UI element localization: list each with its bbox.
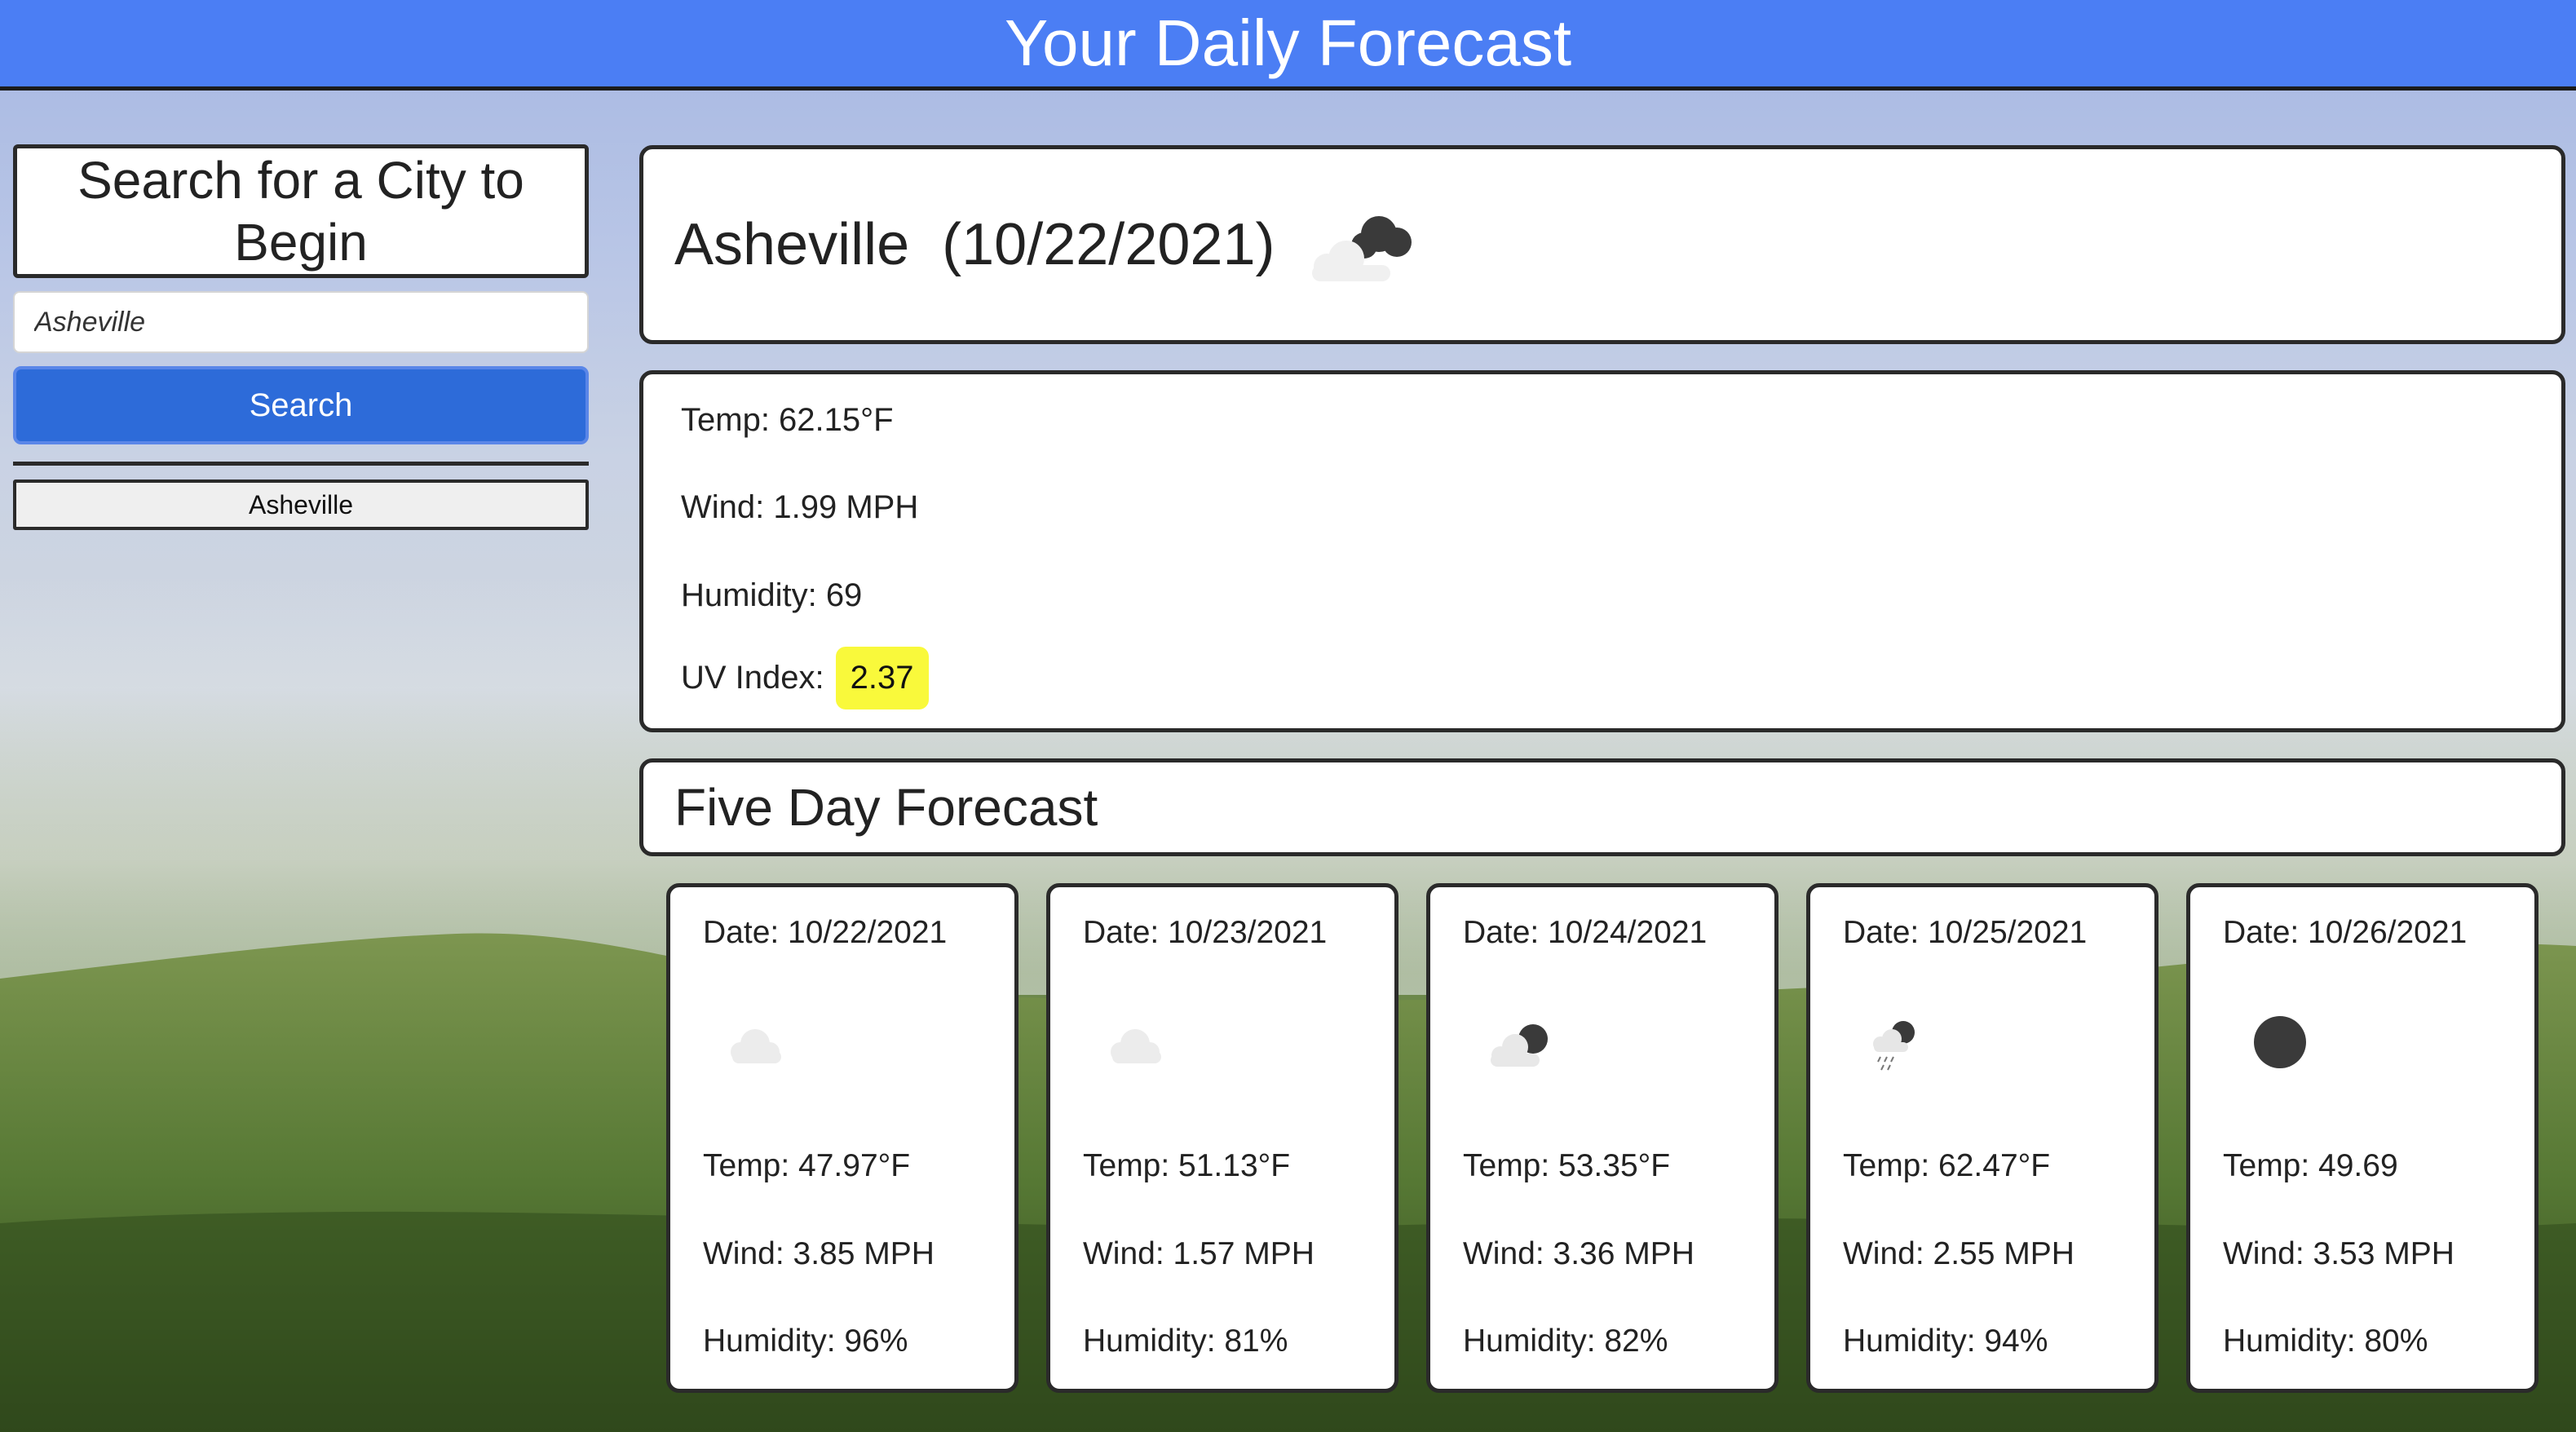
current-city-panel: Asheville (10/22/2021) <box>639 145 2565 344</box>
rain-night-icon <box>1873 1021 1915 1071</box>
forecast-temp: Temp: 62.47°F <box>1843 1148 2051 1183</box>
current-stats-panel: Temp: 62.15°F Wind: 1.99 MPH Humidity: 6… <box>639 370 2565 732</box>
current-wind: Wind: 1.99 MPH <box>681 489 919 525</box>
uv-label: UV Index: <box>681 660 824 696</box>
forecast-wind: Wind: 2.55 MPH <box>1843 1236 2074 1271</box>
current-city-name: Asheville <box>674 212 910 277</box>
forecast-humidity: Humidity: 94% <box>1843 1324 2048 1359</box>
current-humidity: Humidity: 69 <box>681 577 863 613</box>
forecast-title: Five Day Forecast <box>674 778 1098 837</box>
current-date: (10/22/2021) <box>942 212 1275 277</box>
forecast-humidity: Humidity: 81% <box>1083 1324 1288 1359</box>
search-heading: Search for a City to Begin <box>77 151 524 272</box>
forecast-card: Date: 10/22/2021 Temp: 47.97°F Wind: 3.8… <box>666 883 1018 1393</box>
forecast-wind: Wind: 1.57 MPH <box>1083 1236 1315 1271</box>
history-item-asheville[interactable]: Asheville <box>13 480 589 530</box>
forecast-temp: Temp: 49.69 <box>2223 1148 2398 1183</box>
uv-index-badge: 2.37 <box>835 647 929 709</box>
app-header: Your Daily Forecast <box>0 0 2576 91</box>
forecast-humidity: Humidity: 80% <box>2223 1324 2428 1359</box>
forecast-date: Date: 10/23/2021 <box>1083 915 1328 950</box>
cloud-night-icon <box>1312 216 1412 281</box>
forecast-date: Date: 10/26/2021 <box>2223 915 2468 950</box>
forecast-card: Date: 10/25/2021 Temp: 62.47°F Wind: 2.5… <box>1806 883 2158 1393</box>
search-button[interactable]: Search <box>13 366 589 444</box>
forecast-humidity: Humidity: 82% <box>1463 1324 1668 1359</box>
forecast-card: Date: 10/24/2021 Temp: 53.35°F Wind: 3.3… <box>1426 883 1778 1393</box>
forecast-date: Date: 10/25/2021 <box>1843 915 2088 950</box>
forecast-temp: Temp: 53.35°F <box>1463 1148 1671 1183</box>
forecast-card: Date: 10/23/2021 Temp: 51.13°F Wind: 1.5… <box>1046 883 1398 1393</box>
city-search-input[interactable] <box>13 291 589 353</box>
forecast-wind: Wind: 3.85 MPH <box>703 1236 935 1271</box>
forecast-title-panel: Five Day Forecast <box>639 758 2565 856</box>
forecast-wind: Wind: 3.36 MPH <box>1463 1236 1695 1271</box>
forecast-temp: Temp: 47.97°F <box>703 1148 911 1183</box>
search-heading-box: Search for a City to Begin <box>13 144 589 278</box>
page-title: Your Daily Forecast <box>1004 7 1572 79</box>
forecast-card: Date: 10/26/2021 Temp: 49.69 Wind: 3.53 … <box>2186 883 2538 1393</box>
cloud-icon <box>1111 1029 1161 1063</box>
forecast-wind: Wind: 3.53 MPH <box>2223 1236 2454 1271</box>
forecast-date: Date: 10/24/2021 <box>1463 915 1708 950</box>
forecast-temp: Temp: 51.13°F <box>1083 1148 1291 1183</box>
partly-cloudy-night-icon <box>1491 1024 1548 1067</box>
forecast-date: Date: 10/22/2021 <box>703 915 948 950</box>
forecast-humidity: Humidity: 96% <box>703 1324 908 1359</box>
sidebar-divider <box>13 462 589 466</box>
clear-night-icon <box>2254 1016 2306 1068</box>
current-uv-row: UV Index: 2.37 <box>681 647 929 709</box>
cloud-icon <box>731 1029 781 1063</box>
current-temp: Temp: 62.15°F <box>681 402 894 438</box>
